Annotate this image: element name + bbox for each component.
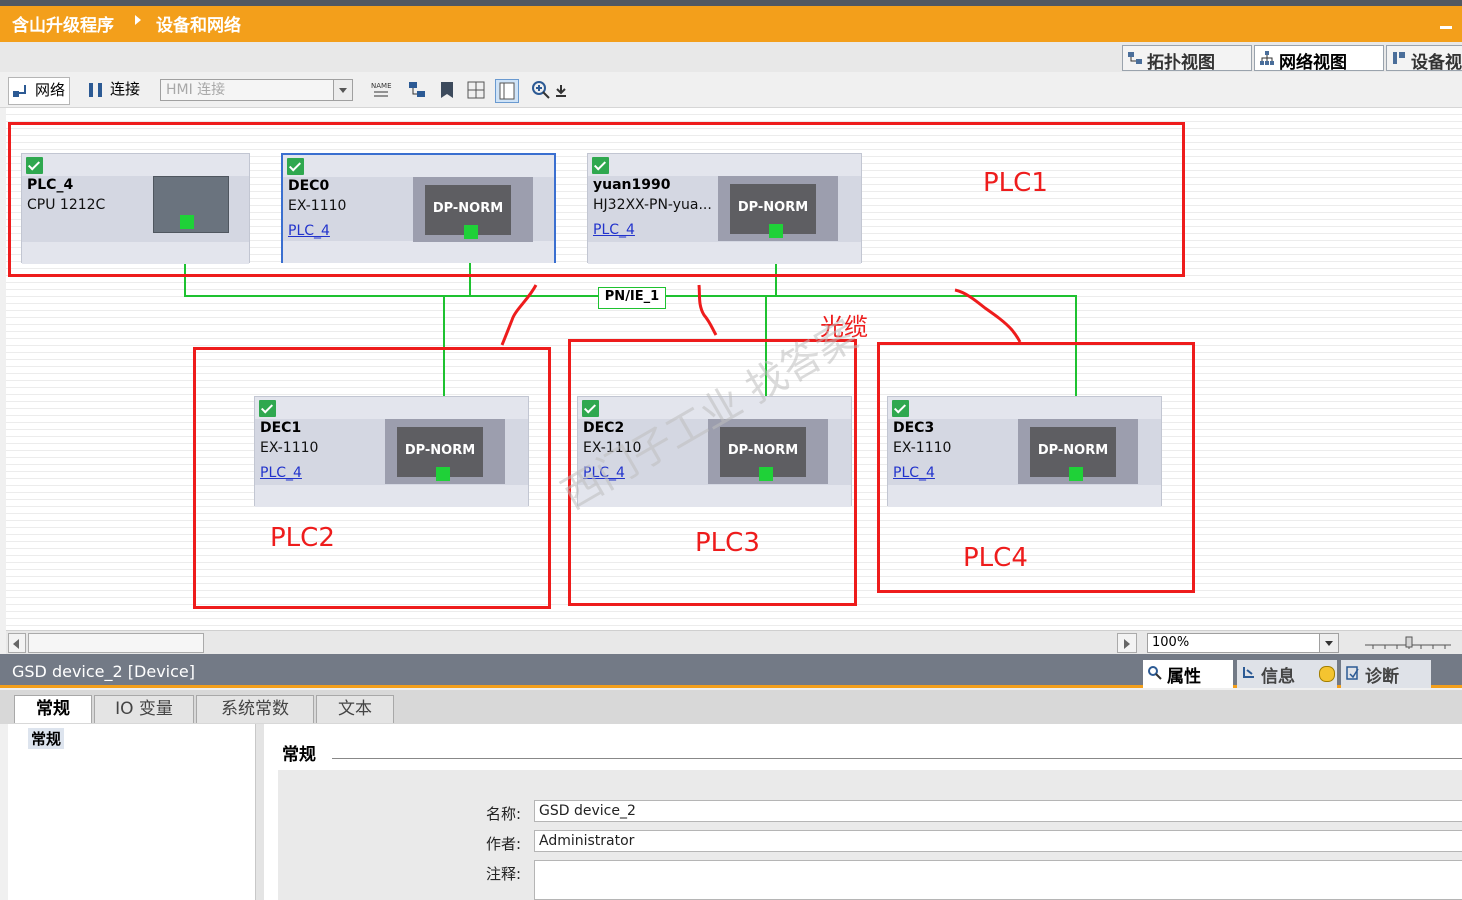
subtab-system-constants[interactable]: 系统常数: [196, 695, 314, 723]
author-field[interactable]: Administrator: [534, 830, 1462, 852]
grid-view-icon[interactable]: [465, 79, 487, 101]
tab-properties[interactable]: 属性: [1143, 660, 1233, 688]
tab-properties-label: 属性: [1167, 667, 1201, 687]
tab-device-view[interactable]: 设备视: [1386, 45, 1462, 73]
annotation-box-plc3: [568, 339, 857, 606]
canvas-scrollbar[interactable]: 100%: [6, 630, 1462, 654]
tab-network-view[interactable]: 网络视图: [1254, 45, 1384, 73]
chevron-down-icon[interactable]: [333, 80, 352, 100]
connection-icon: [89, 82, 102, 97]
annotation-box-plc2: [193, 347, 551, 609]
annotation-label-plc3: PLC3: [695, 528, 760, 558]
name-label: 名称:: [486, 805, 522, 823]
scroll-left-icon[interactable]: [8, 633, 26, 653]
zoom-slider-handle: [1405, 636, 1413, 648]
overview-icon[interactable]: [495, 79, 519, 103]
minimize-icon[interactable]: [1440, 26, 1452, 29]
zoom-slider[interactable]: [1363, 635, 1453, 651]
tab-network-label: 网络视图: [1279, 53, 1347, 73]
section-divider: [332, 758, 1462, 759]
tab-diagnostics-label: 诊断: [1365, 667, 1399, 687]
subtab-general[interactable]: 常规: [14, 695, 92, 723]
tab-info-label: 信息: [1261, 667, 1295, 687]
nav-item-general[interactable]: 常规: [28, 728, 65, 749]
device-icon: [1393, 52, 1405, 64]
tab-topology-label: 拓扑视图: [1147, 53, 1215, 73]
download-arrow-icon[interactable]: [554, 79, 568, 101]
hmi-connection-select[interactable]: HMI 连接: [160, 79, 353, 101]
tab-info[interactable]: 信息: [1237, 660, 1337, 688]
general-form: 名称: GSD device_2 作者: Administrator 注释:: [278, 770, 1462, 900]
tab-topology-view[interactable]: 拓扑视图: [1122, 45, 1252, 73]
connection-button-label: 连接: [110, 80, 141, 98]
network-toolbar: 网络 连接 HMI 连接 NAME: [0, 72, 1462, 108]
annotation-label-plc1: PLC1: [983, 168, 1048, 198]
breadcrumb-section: 设备和网络: [156, 16, 241, 36]
zoom-in-icon[interactable]: [530, 79, 552, 101]
annotation-box-plc1: [8, 122, 1185, 277]
info-badge-icon: [1319, 666, 1335, 682]
annotation-label-cable: 光缆: [820, 313, 868, 341]
zoom-value: 100%: [1152, 635, 1190, 650]
breadcrumb-arrow-icon: [135, 15, 141, 25]
network-button[interactable]: 网络: [8, 77, 71, 105]
network-icon: [1260, 51, 1274, 65]
annotation-label-plc2: PLC2: [270, 523, 335, 553]
name-toggle-icon[interactable]: NAME: [370, 79, 392, 101]
properties-subtabs: 常规 IO 变量 系统常数 文本: [0, 690, 1462, 724]
bookmark-icon[interactable]: [436, 79, 458, 101]
network-mode-icon: [13, 84, 26, 97]
chevron-down-icon[interactable]: [1319, 634, 1338, 652]
comment-label: 注释:: [486, 865, 522, 883]
properties-main: 常规 名称: GSD device_2 作者: Administrator 注释…: [264, 724, 1462, 900]
info-arrow-icon: [1243, 667, 1254, 678]
comment-field[interactable]: [534, 860, 1462, 900]
address-toggle-icon[interactable]: [406, 79, 428, 101]
annotation-label-plc4: PLC4: [963, 543, 1028, 573]
topology-icon: [1128, 52, 1142, 64]
editor-title-bar: 含山升级程序 设备和网络: [0, 0, 1462, 42]
network-button-label: 网络: [35, 81, 66, 99]
connection-button[interactable]: 连接: [86, 77, 140, 103]
hmi-connection-value: HMI 连接: [166, 82, 226, 98]
nav-scrollbar[interactable]: [256, 724, 264, 900]
author-label: 作者:: [486, 835, 522, 853]
view-tabs: 拓扑视图 网络视图 设备视: [0, 42, 1462, 73]
svg-text:NAME: NAME: [371, 82, 392, 90]
name-field[interactable]: GSD device_2: [534, 800, 1462, 822]
properties-title: GSD device_2 [Device]: [12, 662, 195, 681]
diagnostics-icon: [1346, 666, 1359, 680]
subtab-texts[interactable]: 文本: [316, 695, 394, 723]
scroll-right-icon[interactable]: [1117, 633, 1137, 653]
properties-header: GSD device_2 [Device] 属性 信息 诊断: [0, 654, 1462, 688]
tab-diagnostics[interactable]: 诊断: [1341, 660, 1431, 688]
breadcrumb-project[interactable]: 含山升级程序: [12, 11, 114, 36]
tab-device-label: 设备视: [1411, 53, 1462, 73]
section-title: 常规: [282, 745, 316, 765]
annotation-box-plc4: [877, 342, 1195, 593]
zoom-select[interactable]: 100%: [1147, 633, 1339, 653]
subtab-io-tags[interactable]: IO 变量: [94, 695, 194, 723]
scroll-thumb[interactable]: [28, 633, 204, 653]
network-label[interactable]: PN/IE_1: [598, 287, 666, 309]
properties-icon: [1148, 666, 1162, 680]
properties-nav: 常规: [8, 724, 256, 900]
